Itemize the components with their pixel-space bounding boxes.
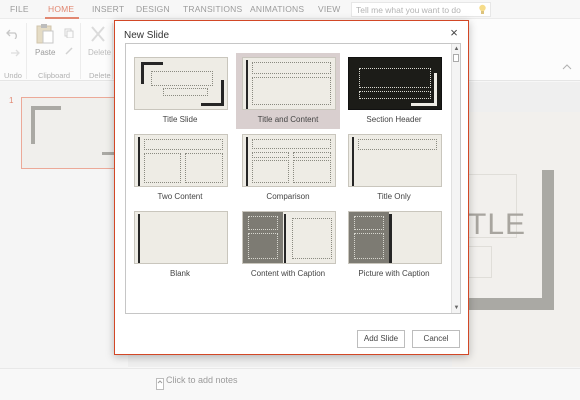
layout-comparison[interactable]: Comparison bbox=[236, 130, 340, 206]
layout-name: Blank bbox=[169, 269, 190, 278]
layout-section-header[interactable]: Section Header bbox=[342, 53, 446, 129]
close-icon[interactable]: × bbox=[448, 26, 460, 40]
layout-title-and-content[interactable]: Title and Content bbox=[236, 53, 340, 129]
layout-name: Content with Caption bbox=[250, 269, 326, 278]
scroll-thumb[interactable] bbox=[453, 54, 459, 62]
layout-thumbnail bbox=[242, 211, 336, 264]
layout-thumbnail bbox=[348, 211, 442, 264]
layout-thumbnail bbox=[134, 134, 228, 187]
dialog-title: New Slide bbox=[124, 30, 170, 41]
layout-name: Title Slide bbox=[162, 115, 198, 124]
scroll-up-arrow-icon[interactable]: ▲ bbox=[453, 45, 460, 53]
layout-blank[interactable]: Blank bbox=[128, 207, 232, 283]
layout-thumbnail bbox=[134, 57, 228, 110]
layout-picture-with-caption[interactable]: Picture with Caption bbox=[342, 207, 446, 283]
layout-name: Two Content bbox=[157, 192, 203, 201]
layout-name: Picture with Caption bbox=[358, 269, 430, 278]
layout-title-slide[interactable]: Title Slide bbox=[128, 53, 232, 129]
layout-title-only[interactable]: Title Only bbox=[342, 130, 446, 206]
layout-thumbnail bbox=[348, 57, 442, 110]
layout-thumbnail bbox=[134, 211, 228, 264]
layout-name: Title and Content bbox=[257, 115, 319, 124]
layout-thumbnail bbox=[242, 134, 336, 187]
layout-name: Comparison bbox=[266, 192, 310, 201]
layout-content-with-caption[interactable]: Content with Caption bbox=[236, 207, 340, 283]
gallery-scrollbar[interactable]: ▲ ▼ bbox=[451, 44, 460, 313]
layout-name: Section Header bbox=[366, 115, 422, 124]
cancel-button[interactable]: Cancel bbox=[412, 330, 460, 348]
layout-name: Title Only bbox=[377, 192, 411, 201]
layout-gallery: Title Slide Title and Content Section He… bbox=[125, 43, 461, 314]
layout-thumbnail bbox=[242, 57, 336, 110]
new-slide-dialog: New Slide × Title Slide Title and Conten… bbox=[114, 20, 469, 355]
scroll-down-arrow-icon[interactable]: ▼ bbox=[453, 304, 460, 312]
layout-thumbnail bbox=[348, 134, 442, 187]
layout-two-content[interactable]: Two Content bbox=[128, 130, 232, 206]
add-slide-button[interactable]: Add Slide bbox=[357, 330, 405, 348]
